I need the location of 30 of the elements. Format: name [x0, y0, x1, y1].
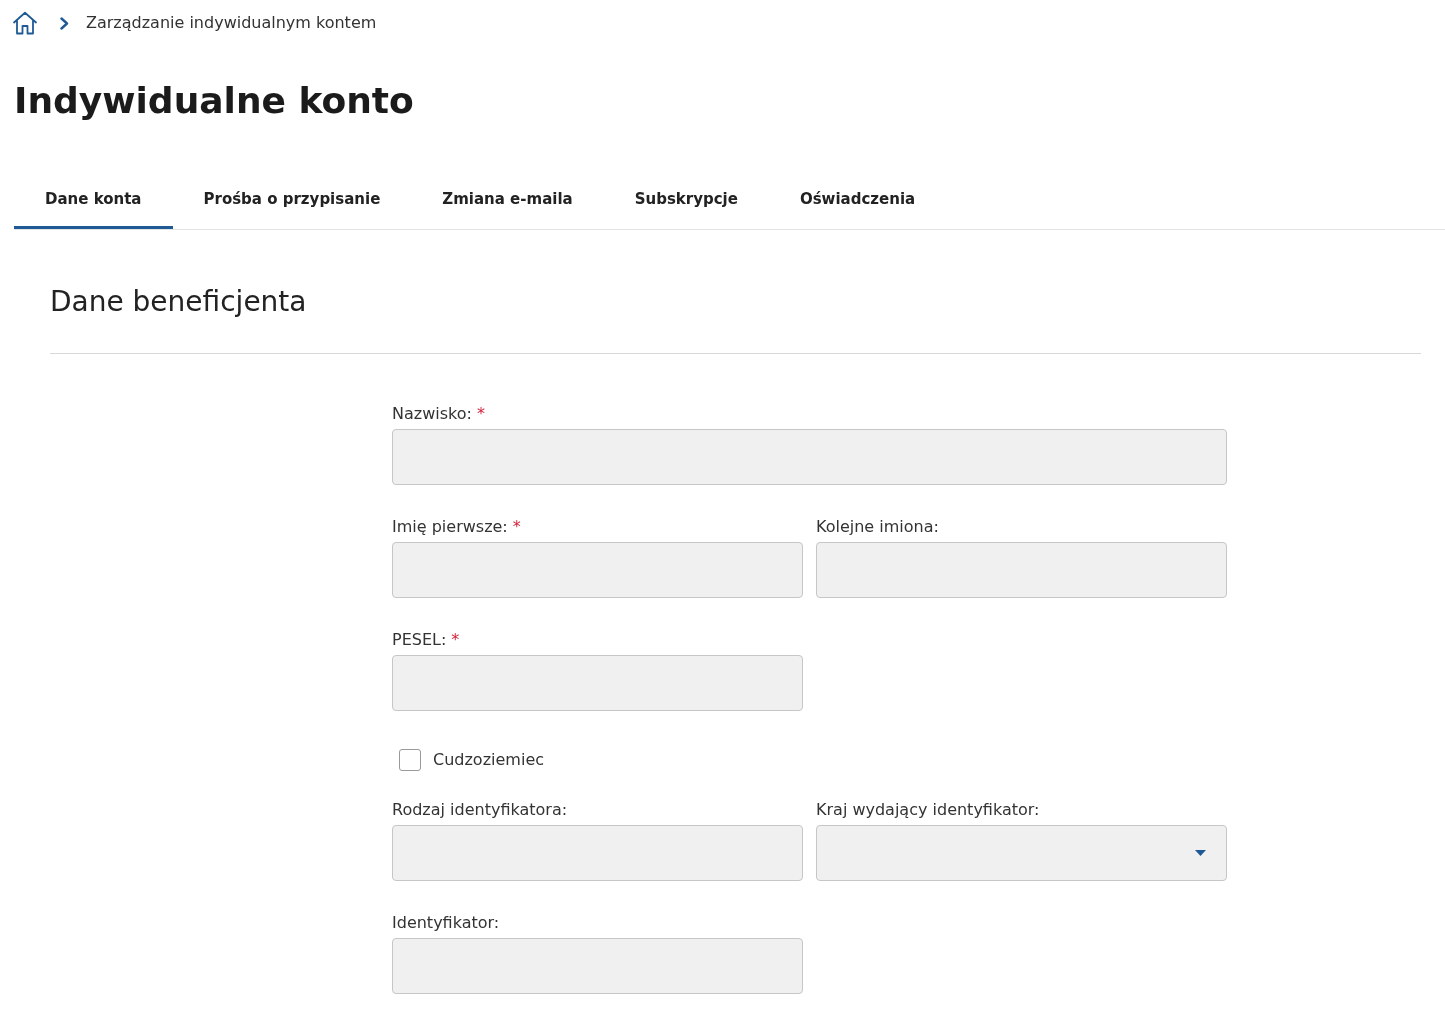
required-asterisk: *	[512, 516, 521, 538]
field-label: Rodzaj identyfikatora:	[392, 799, 568, 821]
field-label: Nazwisko:	[392, 403, 472, 425]
required-asterisk: *	[451, 629, 460, 651]
required-asterisk: *	[476, 403, 485, 425]
tab[interactable]: Prośba o przypisanie	[172, 170, 412, 229]
page-title: Indywidualne konto	[14, 79, 415, 123]
tab[interactable]: Oświadczenia	[768, 170, 947, 229]
tab[interactable]: Subskrypcje	[603, 170, 769, 229]
tab[interactable]: Zmiana e-maila	[411, 170, 604, 229]
text-field[interactable]	[392, 825, 803, 881]
text-field[interactable]	[392, 542, 803, 598]
chevron-icon	[60, 16, 69, 30]
field-label: Imię pierwsze:	[392, 516, 508, 538]
checkbox[interactable]	[399, 749, 421, 771]
checkbox-label[interactable]: Cudzoziemiec	[433, 749, 544, 771]
caret-icon	[1195, 850, 1206, 856]
field-label: Identyfikator:	[392, 912, 500, 934]
text-field[interactable]	[816, 542, 1227, 598]
text-field[interactable]	[392, 655, 803, 711]
tab[interactable]: Dane konta	[14, 170, 173, 229]
text-field[interactable]	[392, 938, 803, 994]
field-label: Kolejne imiona:	[816, 516, 939, 538]
section-title: Dane beneficjenta	[50, 285, 308, 319]
field-label: Kraj wydający identyfikator:	[816, 799, 1040, 821]
field-label: PESEL:	[392, 629, 447, 651]
breadcrumb-link[interactable]: Zarządzanie indywidualnym kontem	[86, 11, 377, 35]
text-field[interactable]	[392, 429, 1227, 485]
home-icon[interactable]	[12, 11, 38, 35]
dropdown-field[interactable]	[816, 825, 1227, 881]
